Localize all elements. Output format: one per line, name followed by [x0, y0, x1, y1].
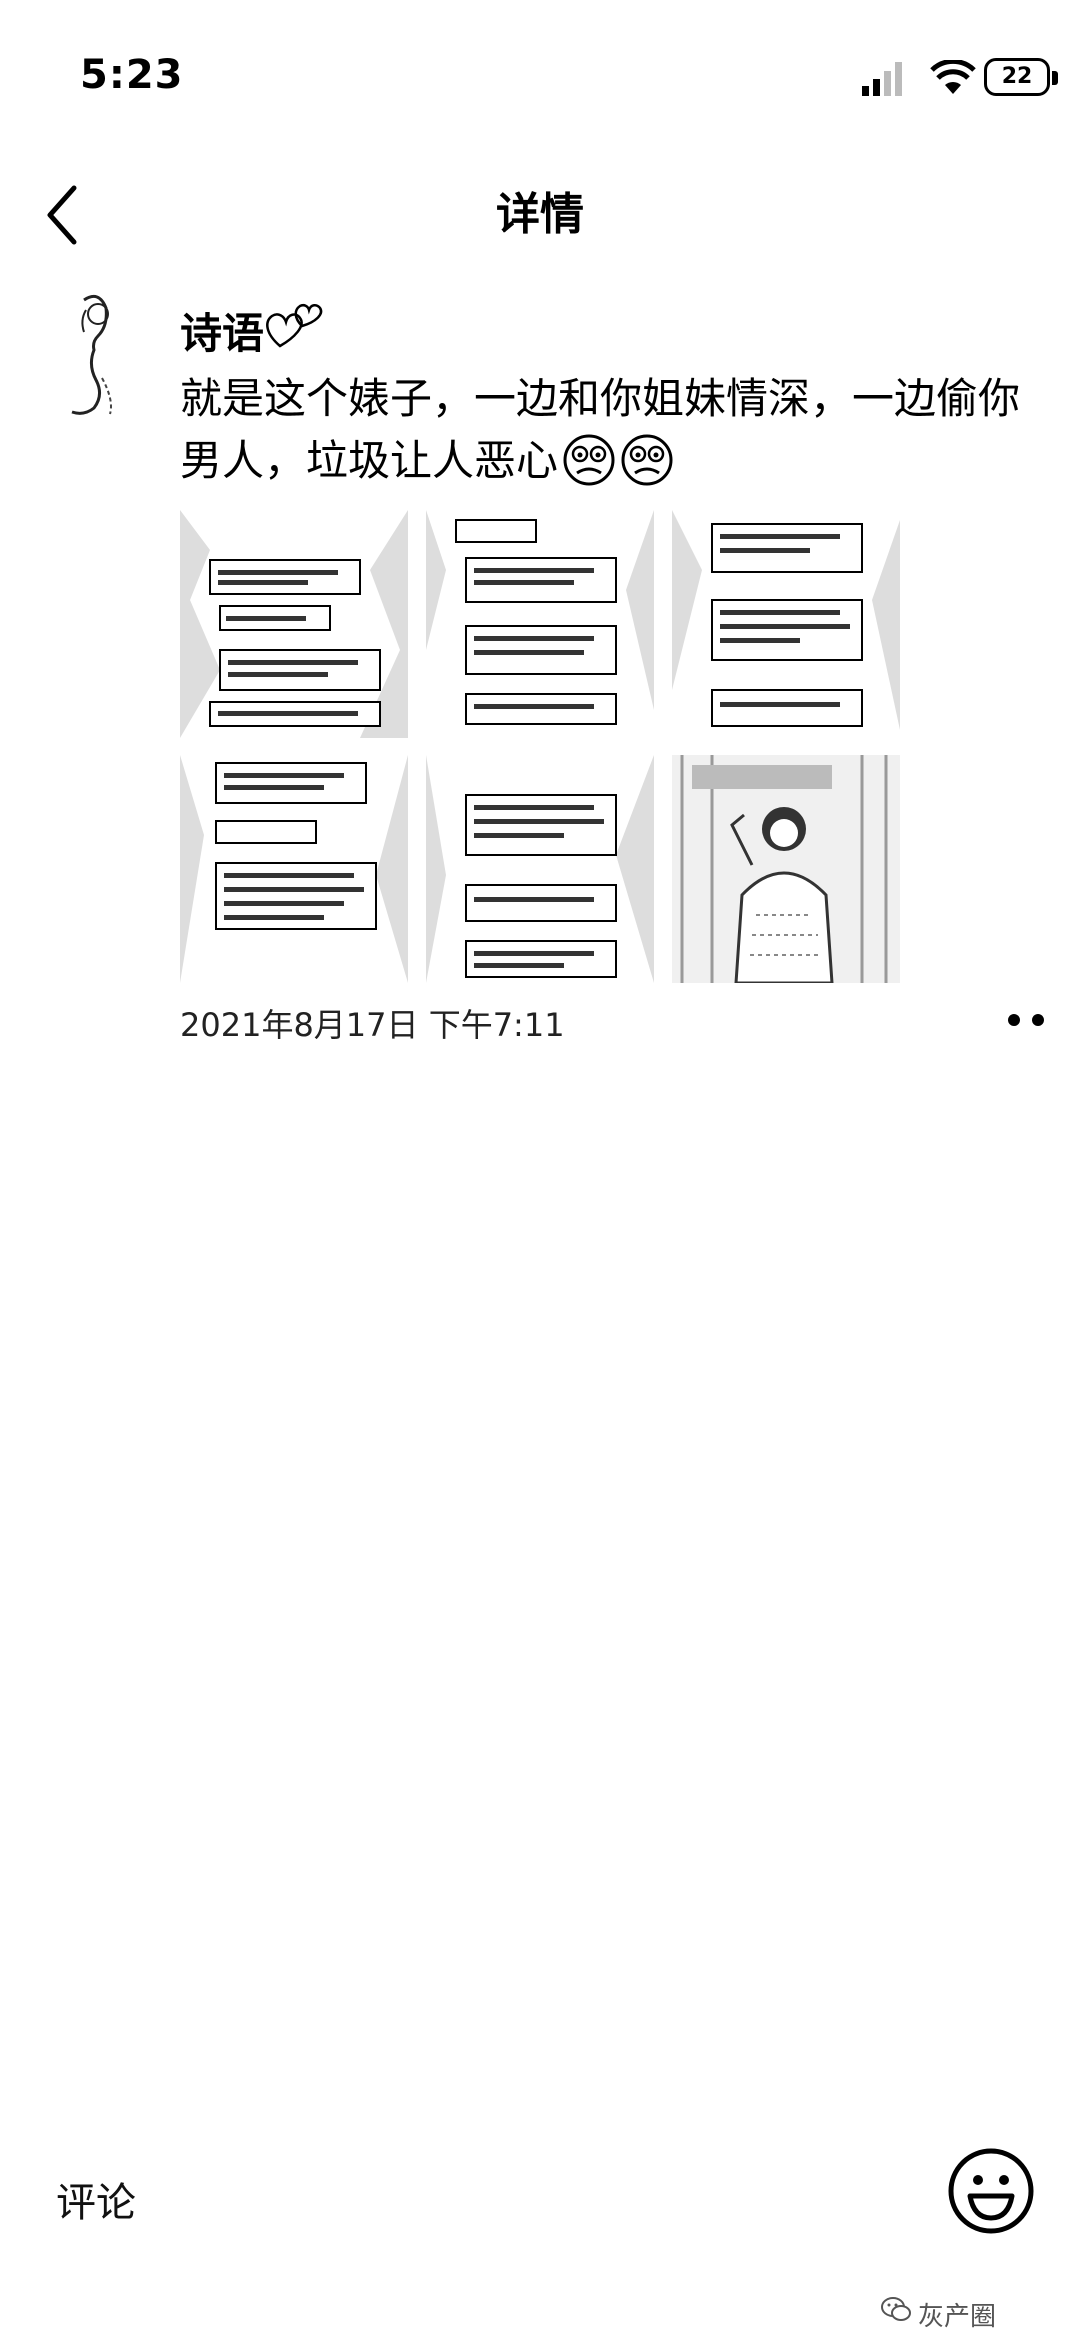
photo-thumbnail[interactable]	[180, 755, 408, 983]
smiley-icon[interactable]	[946, 2146, 1036, 2236]
post-timestamp: 2021年8月17日 下午7:11	[180, 1006, 565, 1044]
avatar[interactable]	[44, 290, 144, 420]
heart-icon	[266, 303, 323, 348]
photo-thumbnail[interactable]	[426, 510, 654, 738]
emoji-icon	[621, 434, 673, 486]
post-meta: 2021年8月17日 下午7:11	[180, 996, 1050, 1046]
comment-input[interactable]: 评论	[56, 2170, 136, 2228]
status-time: 5:23	[80, 52, 184, 98]
photo-thumbnail[interactable]	[180, 510, 408, 738]
photo-thumbnail[interactable]	[672, 755, 900, 983]
photo-grid	[180, 510, 900, 983]
nav-bar: 详情	[0, 150, 1080, 280]
author-name[interactable]: 诗语	[180, 300, 264, 361]
photo-thumbnail[interactable]	[426, 755, 654, 983]
watermark: 灰产圈	[918, 2302, 997, 2332]
battery-level: 22	[1001, 64, 1033, 89]
battery-icon: 22	[984, 58, 1062, 98]
more-icon	[1008, 1014, 1020, 1026]
photo-thumbnail[interactable]	[672, 510, 900, 738]
wifi-icon	[930, 60, 976, 94]
more-button[interactable]	[1004, 1010, 1050, 1030]
wechat-icon	[881, 2297, 911, 2321]
status-bar: 5:23 22	[0, 0, 1080, 150]
emoji-icon	[563, 434, 615, 486]
page-title: 详情	[496, 189, 584, 240]
signal-icon	[862, 62, 902, 96]
more-icon	[1032, 1014, 1044, 1026]
post-text: 就是这个婊子，一边和你姐妹情深，一边偷你男人，垃圾让人恶心	[180, 368, 1050, 492]
